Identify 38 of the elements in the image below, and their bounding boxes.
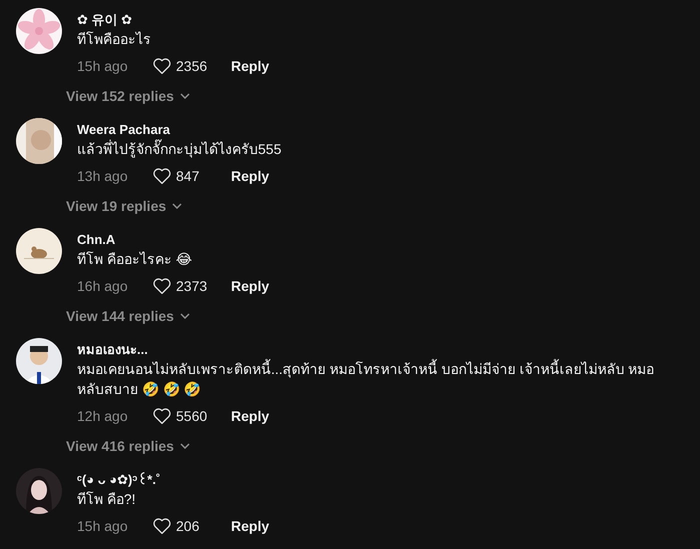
view-replies-button[interactable]: View 416 replies (66, 438, 190, 454)
reply-button[interactable]: Reply (231, 168, 270, 184)
comment-time: 15h ago (77, 58, 129, 74)
like-count: 2356 (176, 58, 208, 74)
like-count: 206 (176, 518, 200, 534)
chevron-down-icon (180, 443, 190, 449)
like-count: 847 (176, 168, 200, 184)
reply-button[interactable]: Reply (231, 408, 270, 424)
reply-button[interactable]: Reply (231, 58, 270, 74)
view-replies-button[interactable]: View 152 replies (66, 88, 190, 104)
comment-author[interactable]: ᶜ(◕ ᴗ ◕✿)ᵓ꒰*.˚ (77, 471, 270, 489)
comment-text: ทีโพ คือ?! (77, 490, 137, 509)
comment-author[interactable]: หมอเองนะ... (77, 341, 672, 359)
comment-time: 15h ago (77, 518, 129, 534)
heart-icon[interactable] (152, 167, 172, 185)
comment-text: หมอเคยนอนไม่หลับเพราะติดหนี้...สุดท้าย หมอโทรหาเจ้าหนี้ บอกไม่มีจ่าย เจ้าหนี้เลยไม่หลับ หมอหลับสบาย 🤣 🤣 🤣 (77, 359, 656, 399)
view-replies-button[interactable]: View 144 replies (66, 308, 190, 324)
chevron-down-icon (172, 203, 182, 209)
view-replies-button[interactable]: View 19 replies (66, 198, 182, 214)
heart-icon[interactable] (152, 407, 172, 425)
comment-text: ทีโพคืออะไร (77, 30, 152, 49)
comment-time: 12h ago (77, 408, 129, 424)
comment-author[interactable]: Chn.A (77, 231, 270, 249)
comment-text: แล้วพี่ไปรู้จักจั๊กกะบุ่มได้ไงครับ555 (77, 139, 282, 159)
comment-time: 16h ago (77, 278, 129, 294)
like-count: 2373 (176, 278, 208, 294)
heart-icon[interactable] (152, 277, 172, 295)
heart-icon[interactable] (152, 57, 172, 75)
heart-icon[interactable] (152, 517, 172, 535)
comment-text: ทีโพ คืออะไรคะ 😂 (77, 250, 194, 269)
chevron-down-icon (180, 313, 190, 319)
comment-author[interactable]: Weera Pachara (77, 121, 282, 139)
comment-time: 13h ago (77, 168, 129, 184)
comment-author[interactable]: ✿ 유이 ✿ (77, 11, 270, 29)
reply-button[interactable]: Reply (231, 278, 270, 294)
reply-button[interactable]: Reply (231, 518, 270, 534)
like-count: 5560 (176, 408, 208, 424)
chevron-down-icon (180, 93, 190, 99)
